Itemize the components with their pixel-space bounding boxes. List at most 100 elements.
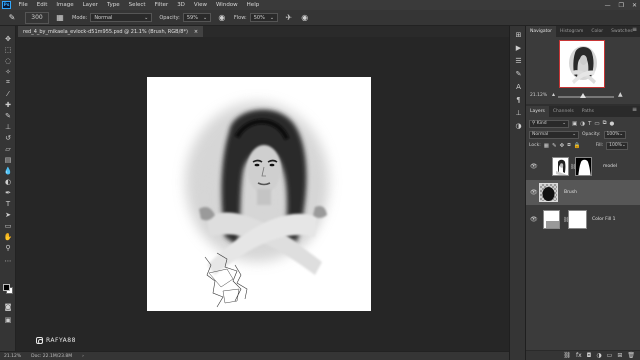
screen-mode-icon[interactable]: ▣: [3, 315, 13, 324]
document-tab[interactable]: red_4_by_mikaela_evlock-d51m955.psd @ 21…: [18, 26, 204, 37]
shape-tool-icon[interactable]: ▭: [3, 221, 13, 230]
menu-select[interactable]: Select: [124, 2, 150, 8]
canvas-area[interactable]: [18, 37, 509, 351]
quick-mask-icon[interactable]: ◙: [3, 302, 13, 311]
menu-layer[interactable]: Layer: [78, 2, 102, 8]
menu-file[interactable]: File: [14, 2, 32, 8]
menu-help[interactable]: Help: [242, 2, 264, 8]
zoom-level[interactable]: 21.12%: [4, 354, 21, 359]
menu-window[interactable]: Window: [211, 2, 242, 8]
restore-button[interactable]: ❐: [619, 2, 624, 9]
hand-tool-icon[interactable]: ✋: [3, 232, 13, 241]
visibility-eye-icon[interactable]: 👁: [530, 189, 538, 196]
pressure-opacity-icon[interactable]: ◉: [217, 13, 227, 23]
eyedropper-tool-icon[interactable]: ⁄: [3, 89, 13, 98]
actions-panel-icon[interactable]: ▶: [514, 43, 523, 52]
dodge-tool-icon[interactable]: ◐: [3, 177, 13, 186]
properties-panel-icon[interactable]: ☰: [514, 56, 523, 65]
minimize-button[interactable]: —: [605, 2, 611, 9]
filter-type-icon[interactable]: T: [588, 121, 591, 127]
fill-field[interactable]: 100% ⌄: [606, 141, 629, 150]
tab-histogram[interactable]: Histogram: [556, 26, 587, 37]
brush-presets-panel-icon[interactable]: ✎: [514, 69, 523, 78]
foreground-color-swatch[interactable]: [3, 284, 10, 291]
close-window-button[interactable]: ✕: [632, 2, 637, 9]
filter-kind-select[interactable]: ⚲ Kind ⌄: [529, 119, 569, 128]
paragraph-panel-icon[interactable]: ¶: [514, 95, 523, 104]
menu-view[interactable]: View: [189, 2, 211, 8]
link-layers-icon[interactable]: ⛓: [563, 352, 571, 359]
lock-transparency-icon[interactable]: ▦: [544, 143, 549, 149]
filter-shape-icon[interactable]: ▭: [594, 121, 599, 127]
brush-settings-icon[interactable]: ▦: [55, 13, 65, 23]
document-canvas[interactable]: [147, 77, 371, 311]
crop-tool-icon[interactable]: ⌗: [3, 78, 13, 87]
menu-image[interactable]: Image: [52, 2, 78, 8]
layer-row-brush[interactable]: 👁 Brush: [526, 180, 640, 205]
navigator-zoom-value[interactable]: 21.12%: [530, 93, 547, 98]
tab-paths[interactable]: Paths: [578, 106, 598, 117]
tab-channels[interactable]: Channels: [549, 106, 578, 117]
layer-mask-thumbnail[interactable]: [575, 157, 592, 176]
new-layer-icon[interactable]: ⊞: [617, 352, 622, 359]
marquee-tool-icon[interactable]: ⬚: [3, 45, 13, 54]
airbrush-icon[interactable]: ✈: [284, 13, 294, 23]
filter-toggle-icon[interactable]: ●: [610, 121, 615, 127]
blur-tool-icon[interactable]: 💧: [3, 166, 13, 175]
adjustments-panel-icon[interactable]: ◑: [514, 121, 523, 130]
eraser-tool-icon[interactable]: ▱: [3, 144, 13, 153]
lock-pixels-icon[interactable]: ✎: [552, 143, 557, 149]
filter-adjustment-icon[interactable]: ◑: [580, 121, 585, 127]
menu-type[interactable]: Type: [102, 2, 124, 8]
filter-pixel-icon[interactable]: ▣: [572, 121, 577, 127]
add-mask-icon[interactable]: ◘: [587, 352, 592, 359]
new-adjustment-icon[interactable]: ◑: [596, 352, 601, 359]
opacity-field[interactable]: 59% ⌄: [182, 13, 211, 22]
flow-field[interactable]: 50% ⌄: [249, 13, 278, 22]
layer-style-icon[interactable]: fx: [576, 352, 582, 359]
history-brush-tool-icon[interactable]: ↺: [3, 133, 13, 142]
mode-select[interactable]: Normal ⌄: [90, 13, 153, 22]
type-tool-icon[interactable]: T: [3, 199, 13, 208]
healing-brush-tool-icon[interactable]: ✚: [3, 100, 13, 109]
navigator-preview[interactable]: [559, 40, 605, 88]
visibility-eye-icon[interactable]: 👁: [530, 216, 538, 223]
menu-3d[interactable]: 3D: [173, 2, 190, 8]
new-group-icon[interactable]: ▭: [607, 352, 613, 359]
character-panel-icon[interactable]: A: [514, 82, 523, 91]
panel-menu-icon[interactable]: ≡: [632, 26, 637, 33]
layer-name[interactable]: Brush: [564, 190, 577, 195]
delete-layer-icon[interactable]: 🗑: [627, 352, 635, 359]
visibility-eye-icon[interactable]: 👁: [530, 163, 538, 170]
pen-tool-icon[interactable]: ✒: [3, 188, 13, 197]
layer-name[interactable]: model: [603, 164, 617, 169]
menu-edit[interactable]: Edit: [32, 2, 52, 8]
navigator-zoom-slider[interactable]: [558, 96, 614, 98]
layer-name[interactable]: Color Fill 1: [592, 217, 615, 222]
tool-preset-brush-icon[interactable]: ✎: [3, 12, 21, 24]
layers-menu-icon[interactable]: ≡: [632, 106, 637, 113]
pressure-size-icon[interactable]: ◉: [300, 13, 310, 23]
tab-color[interactable]: Color: [587, 26, 607, 37]
lock-all-icon[interactable]: 🔒: [574, 143, 581, 149]
chevron-right-icon[interactable]: ›: [82, 354, 84, 359]
zoom-tool-icon[interactable]: ⚲: [3, 243, 13, 252]
lock-position-icon[interactable]: ✥: [560, 143, 565, 149]
history-panel-icon[interactable]: ⊞: [514, 30, 523, 39]
clone-source-panel-icon[interactable]: ⊥: [514, 108, 523, 117]
blend-mode-select[interactable]: Normal ⌄: [529, 130, 579, 139]
filter-smart-object-icon[interactable]: ⧉: [603, 120, 607, 127]
more-tools-icon[interactable]: ⋯: [3, 256, 13, 265]
zoom-in-icon[interactable]: ▲: [618, 91, 623, 98]
tab-layers[interactable]: Layers: [526, 106, 549, 117]
layer-row-color-fill[interactable]: 👁 ⛓ Color Fill 1: [526, 207, 640, 232]
zoom-out-icon[interactable]: ▴: [552, 91, 555, 98]
brush-tool-icon[interactable]: ✎: [3, 111, 13, 120]
layer-row-model[interactable]: 👁 ⛓ model: [526, 154, 640, 179]
move-tool-icon[interactable]: ✥: [3, 34, 13, 43]
close-tab-icon[interactable]: ×: [194, 29, 198, 35]
path-selection-tool-icon[interactable]: ➤: [3, 210, 13, 219]
tab-navigator[interactable]: Navigator: [526, 26, 557, 37]
zoom-slider-handle[interactable]: [580, 93, 586, 98]
clone-stamp-tool-icon[interactable]: ⊥: [3, 122, 13, 131]
